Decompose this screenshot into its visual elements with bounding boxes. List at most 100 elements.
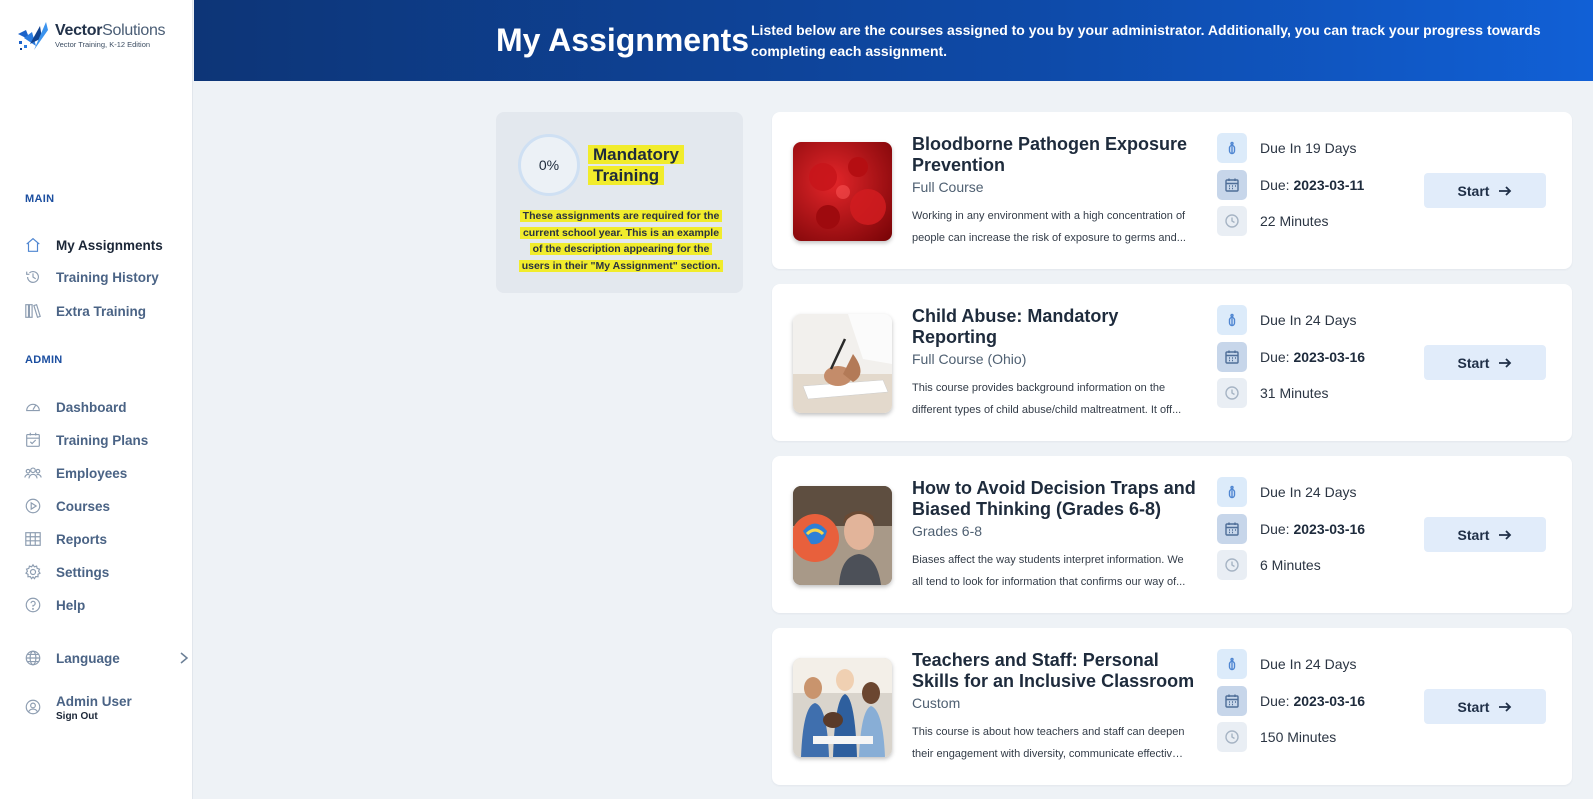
- sidebar-item-training-history[interactable]: Training History: [23, 265, 183, 289]
- course-title[interactable]: Bloodborne Pathogen Exposure Prevention: [912, 134, 1202, 176]
- sidebar: VectorSolutions Vector Training, K-12 Ed…: [0, 0, 193, 799]
- sidebar-item-label: Language: [56, 650, 120, 666]
- sidebar-item-label: Settings: [56, 564, 110, 580]
- due-in-text: Due In 19 Days: [1260, 140, 1357, 156]
- due-in-text: Due In 24 Days: [1260, 656, 1357, 672]
- start-button[interactable]: Start: [1424, 173, 1546, 208]
- duration-text: 31 Minutes: [1260, 385, 1329, 401]
- course-card[interactable]: How to Avoid Decision Traps and Biased T…: [772, 456, 1572, 613]
- course-description: Working in any environment with a high c…: [912, 210, 1186, 244]
- sidebar-item-training-plans[interactable]: Training Plans: [23, 428, 183, 452]
- page-title: My Assignments: [496, 22, 750, 58]
- sidebar-item-employees[interactable]: Employees: [23, 461, 183, 485]
- globe-icon: [23, 648, 43, 668]
- info-icon: [1217, 649, 1247, 679]
- arrow-right-icon: [1499, 185, 1512, 196]
- course-type: Grades 6-8: [912, 523, 983, 539]
- course-title[interactable]: Child Abuse: Mandatory Reporting: [912, 306, 1202, 348]
- user-circle-icon: [23, 697, 43, 717]
- due-in-text: Due In 24 Days: [1260, 312, 1357, 328]
- sidebar-item-label: Training Plans: [56, 432, 149, 448]
- course-card[interactable]: Child Abuse: Mandatory Reporting Full Co…: [772, 284, 1572, 441]
- sidebar-item-language[interactable]: Language: [23, 646, 189, 670]
- clock-icon: [1217, 378, 1247, 408]
- course-description: This course provides background informat…: [912, 382, 1182, 416]
- sidebar-item-extra-training[interactable]: Extra Training: [23, 299, 183, 323]
- calendar-icon: [1217, 686, 1247, 716]
- course-thumbnail: [793, 658, 892, 757]
- course-thumbnail: [793, 142, 892, 241]
- duration-text: 150 Minutes: [1260, 729, 1337, 745]
- clock-icon: [1217, 722, 1247, 752]
- sidebar-item-label: Courses: [56, 498, 111, 514]
- sidebar-item-label: Help: [56, 597, 86, 613]
- page-header: My Assignments Listed below are the cour…: [194, 0, 1593, 81]
- course-title[interactable]: How to Avoid Decision Traps and Biased T…: [912, 478, 1202, 520]
- header-description: Listed below are the courses assigned to…: [751, 22, 1541, 59]
- sidebar-item-reports[interactable]: Reports: [23, 527, 183, 551]
- mandatory-training-summary: 0% Mandatory Training These assignments a…: [496, 112, 743, 293]
- due-date-text: Due: 2023-03-16: [1260, 521, 1366, 537]
- sidebar-item-settings[interactable]: Settings: [23, 560, 183, 584]
- course-type: Custom: [912, 695, 961, 711]
- calendar-icon: [1217, 170, 1247, 200]
- table-icon: [23, 529, 43, 549]
- sidebar-item-label: Reports: [56, 531, 108, 547]
- history-icon: [23, 267, 43, 287]
- gauge-icon: [23, 397, 43, 417]
- sidebar-item-courses[interactable]: Courses: [23, 494, 183, 518]
- clock-icon: [1217, 550, 1247, 580]
- home-icon: [23, 235, 43, 255]
- due-date-text: Due: 2023-03-11: [1260, 177, 1365, 193]
- start-button[interactable]: Start: [1424, 345, 1546, 380]
- course-thumbnail: [793, 314, 892, 413]
- info-icon: [1217, 305, 1247, 335]
- arrow-right-icon: [1499, 529, 1512, 540]
- info-icon: [1217, 133, 1247, 163]
- chevron-right-icon: [179, 651, 189, 665]
- course-title[interactable]: Teachers and Staff: Personal Skills for …: [912, 650, 1202, 692]
- calendar-icon: [1217, 514, 1247, 544]
- play-circle-icon: [23, 496, 43, 516]
- arrow-right-icon: [1499, 357, 1512, 368]
- course-type: Full Course (Ohio): [912, 351, 1027, 367]
- sign-out-link[interactable]: Sign Out: [56, 711, 98, 722]
- start-button[interactable]: Start: [1424, 517, 1546, 552]
- people-icon: [23, 463, 43, 483]
- gear-icon: [23, 562, 43, 582]
- course-type: Full Course: [912, 179, 984, 195]
- duration-text: 22 Minutes: [1260, 213, 1329, 229]
- due-date-text: Due: 2023-03-16: [1260, 693, 1366, 709]
- calendar-icon: [1217, 342, 1247, 372]
- vector-solutions-logo[interactable]: VectorSolutions Vector Training, K-12 Ed…: [16, 18, 181, 58]
- progress-value: 0%: [538, 157, 560, 173]
- course-description: Biases affect the way students interpret…: [912, 554, 1186, 588]
- brand-edition: Vector Training, K-12 Edition: [55, 40, 151, 49]
- arrow-right-icon: [1499, 701, 1512, 712]
- duration-text: 6 Minutes: [1260, 557, 1321, 573]
- brand-name: VectorSolutions: [55, 22, 166, 39]
- calendar-check-icon: [23, 430, 43, 450]
- progress-ring: 0%: [518, 134, 580, 196]
- course-description: This course is about how teachers and st…: [912, 726, 1187, 760]
- summary-description: These assignments are required for the cu…: [510, 208, 732, 274]
- sidebar-item-label: Extra Training: [56, 303, 147, 319]
- sidebar-item-my-assignments[interactable]: My Assignments: [23, 233, 183, 257]
- course-thumbnail: [793, 486, 892, 585]
- main-section-title: MAIN: [25, 193, 55, 205]
- user-name: Admin User: [56, 694, 132, 709]
- sidebar-item-label: Training History: [56, 269, 159, 285]
- question-icon: [23, 595, 43, 615]
- sidebar-item-dashboard[interactable]: Dashboard: [23, 395, 183, 419]
- sidebar-item-label: Employees: [56, 465, 128, 481]
- start-button[interactable]: Start: [1424, 689, 1546, 724]
- summary-title: Mandatory Training: [588, 144, 698, 186]
- course-card[interactable]: Teachers and Staff: Personal Skills for …: [772, 628, 1572, 785]
- sidebar-item-help[interactable]: Help: [23, 593, 183, 617]
- course-card[interactable]: Bloodborne Pathogen Exposure Prevention …: [772, 112, 1572, 269]
- due-date-text: Due: 2023-03-16: [1260, 349, 1366, 365]
- admin-section-title: ADMIN: [25, 354, 63, 366]
- sidebar-item-label: Dashboard: [56, 399, 127, 415]
- logo-mark-icon: [18, 22, 48, 50]
- clock-icon: [1217, 206, 1247, 236]
